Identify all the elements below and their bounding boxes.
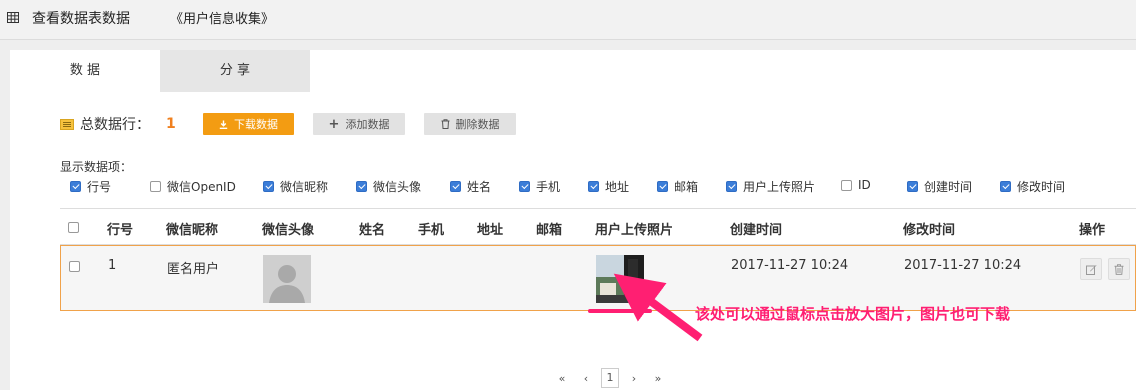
checkbox[interactable] — [1000, 181, 1011, 192]
checkbox[interactable] — [150, 181, 161, 192]
checkbox[interactable] — [841, 179, 852, 191]
annotation-text: 该处可以通过鼠标点击放大图片，图片也可下载 — [695, 305, 1011, 323]
user-silhouette-icon — [263, 255, 311, 303]
next-page-button[interactable]: › — [622, 372, 646, 385]
top-bar: 查看数据表数据 《用户信息收集》 — [0, 0, 1136, 40]
column-toggle-created[interactable]: 创建时间 — [907, 178, 972, 195]
column-toggle-email[interactable]: 邮箱 — [657, 178, 698, 195]
header-actions: 操作 — [1079, 223, 1106, 238]
checkbox[interactable] — [263, 181, 274, 192]
cell-row-no: 1 — [108, 258, 117, 273]
checkbox[interactable] — [70, 181, 81, 192]
checkbox[interactable] — [356, 181, 367, 192]
checkbox[interactable] — [519, 181, 530, 192]
column-toggle-nickname[interactable]: 微信昵称 — [263, 178, 328, 195]
tab-share[interactable]: 分 享 — [160, 50, 310, 92]
column-toggle-avatar[interactable]: 微信头像 — [356, 178, 421, 195]
prev-page-button[interactable]: ‹ — [574, 372, 598, 385]
header-created[interactable]: 创建时间 — [730, 219, 782, 238]
column-toggle-address[interactable]: 地址 — [588, 178, 629, 195]
checkbox[interactable] — [657, 181, 668, 192]
main-panel: 数 据 分 享 总数据行： 1 下载数据 + 添加数据 删除数据 显示数据项： … — [10, 50, 1136, 390]
photo-highlight-underline — [588, 309, 652, 313]
current-page[interactable]: 1 — [601, 368, 619, 388]
edit-button[interactable] — [1080, 258, 1102, 280]
uploaded-photo[interactable] — [596, 255, 644, 303]
column-toggle-photo[interactable]: 用户上传照片 — [726, 178, 815, 195]
add-data-button[interactable]: + 添加数据 — [313, 113, 405, 135]
total-rows-label: 总数据行： — [80, 117, 150, 133]
download-button[interactable]: 下载数据 — [203, 113, 294, 135]
add-data-button-label: 添加数据 — [345, 118, 390, 131]
plus-icon: + — [328, 116, 340, 132]
trash-icon — [441, 119, 449, 129]
avatar[interactable] — [263, 255, 311, 303]
column-toggle-row-no[interactable]: 行号 — [70, 178, 111, 195]
tab-data[interactable]: 数 据 — [10, 50, 160, 92]
cell-modified: 2017-11-27 10:24 — [904, 258, 1022, 273]
cell-created: 2017-11-27 10:24 — [731, 258, 849, 273]
page-title: 查看数据表数据 — [32, 11, 130, 27]
delete-data-button[interactable]: 删除数据 — [424, 113, 516, 135]
checkbox[interactable] — [726, 181, 737, 192]
total-rows-count: 1 — [166, 116, 176, 132]
cell-nickname: 匿名用户 — [167, 262, 220, 277]
delete-data-button-label: 删除数据 — [455, 118, 500, 131]
first-page-button[interactable]: « — [550, 372, 574, 385]
header-phone[interactable]: 手机 — [418, 219, 444, 238]
trash-icon — [1114, 263, 1124, 275]
header-nickname[interactable]: 微信昵称 — [166, 219, 218, 238]
pagination: « ‹ 1 › » — [550, 368, 670, 388]
header-modified[interactable]: 修改时间 — [903, 219, 955, 238]
column-toggle-modified[interactable]: 修改时间 — [1000, 178, 1065, 195]
row-checkbox[interactable] — [69, 261, 80, 272]
tab-bar: 数 据 分 享 — [10, 50, 310, 92]
checkbox[interactable] — [450, 181, 461, 192]
column-toggle-name[interactable]: 姓名 — [450, 178, 491, 195]
header-row-no[interactable]: 行号 — [107, 219, 133, 238]
table-header: 行号 微信昵称 微信头像 姓名 手机 地址 邮箱 用户上传照片 创建时间 修改时… — [60, 208, 1136, 245]
column-toggle-id[interactable]: ID — [841, 178, 871, 192]
photo-thumbnail-icon — [596, 255, 644, 303]
header-email[interactable]: 邮箱 — [536, 219, 562, 238]
column-toggle-phone[interactable]: 手机 — [519, 178, 560, 195]
list-icon — [60, 118, 74, 130]
header-address[interactable]: 地址 — [477, 219, 503, 238]
header-name[interactable]: 姓名 — [359, 219, 385, 238]
total-rows: 总数据行： 1 — [60, 114, 176, 134]
download-icon — [219, 120, 228, 129]
delete-row-button[interactable] — [1108, 258, 1130, 280]
download-button-label: 下载数据 — [234, 118, 278, 131]
checkbox[interactable] — [588, 181, 599, 192]
form-name: 《用户信息收集》 — [170, 12, 275, 27]
table-icon — [7, 12, 19, 23]
visible-columns-label: 显示数据项： — [60, 160, 133, 174]
header-avatar[interactable]: 微信头像 — [262, 219, 314, 238]
column-toggle-openid[interactable]: 微信OpenID — [150, 178, 236, 195]
table-row[interactable]: 1 匿名用户 2017-11-27 10:24 2017-11-27 10:24 — [60, 245, 1136, 313]
select-all-checkbox[interactable] — [68, 222, 79, 233]
checkbox[interactable] — [907, 181, 918, 192]
last-page-button[interactable]: » — [646, 372, 670, 385]
edit-icon — [1085, 264, 1096, 275]
header-photo[interactable]: 用户上传照片 — [595, 219, 673, 238]
